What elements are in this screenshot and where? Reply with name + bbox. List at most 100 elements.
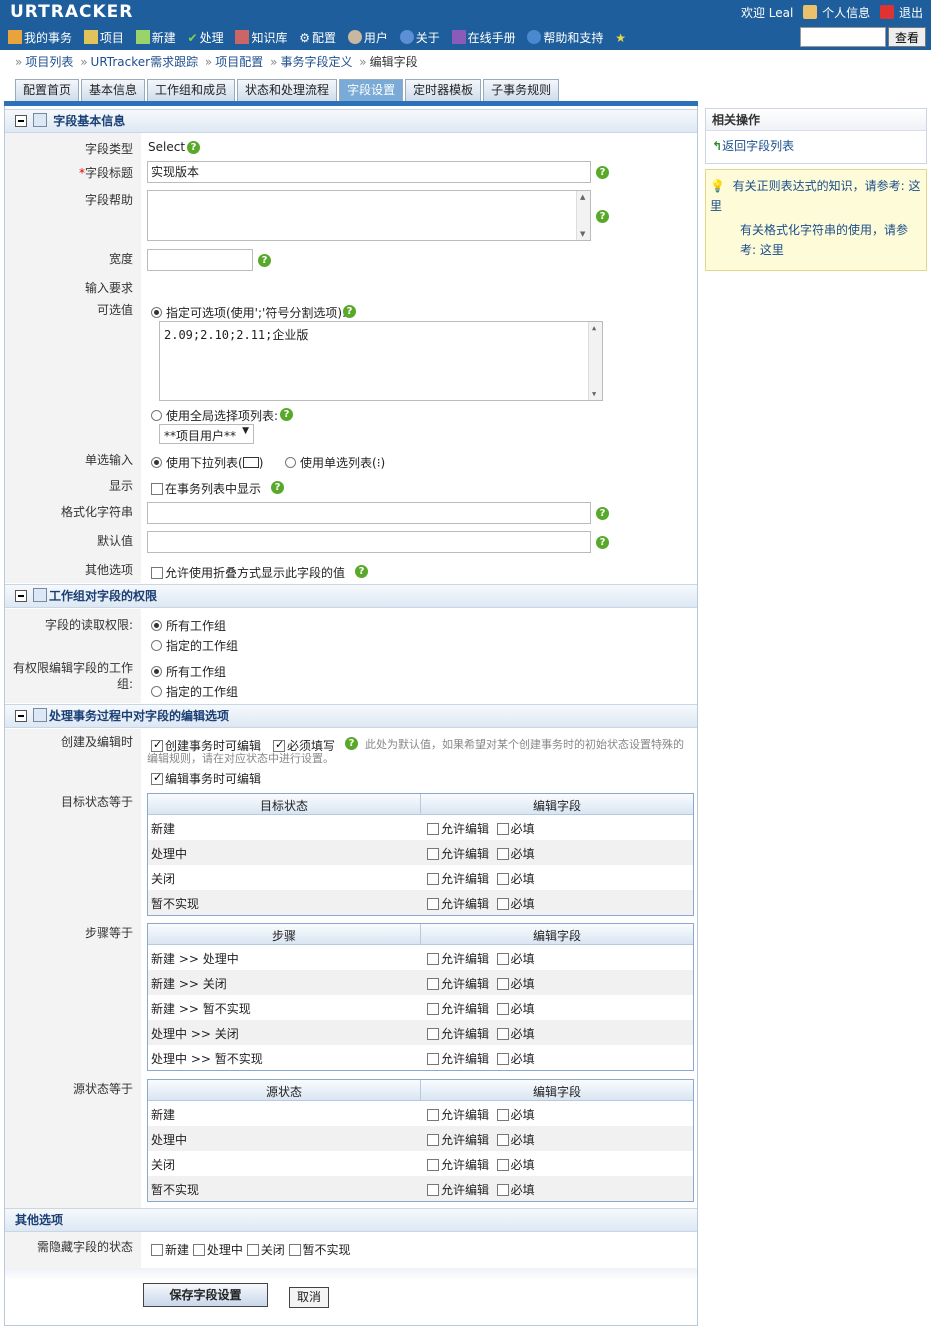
required-checkbox[interactable]: 必填: [496, 1158, 535, 1172]
required-checkbox[interactable]: 必填: [496, 1052, 535, 1066]
crumb-project-list[interactable]: 项目列表: [25, 55, 73, 69]
allow-edit-checkbox[interactable]: 允许编辑: [427, 1002, 489, 1016]
crumb-project[interactable]: URTracker需求跟踪: [91, 55, 199, 69]
required-checkbox[interactable]: 必填: [496, 872, 535, 886]
nav-process[interactable]: ✔ 处理: [188, 29, 224, 46]
nav-about[interactable]: 关于: [399, 29, 440, 46]
table-row: 暂不实现 允许编辑 必填: [148, 1176, 693, 1201]
back-to-fields-link[interactable]: ↰返回字段列表: [706, 131, 926, 160]
radio-list-icon: ⁝: [376, 456, 381, 470]
single-radio-radio[interactable]: 使用单选列表(⁝): [285, 454, 385, 471]
hide-state-checkbox[interactable]: 新建: [151, 1243, 189, 1257]
help-icon[interactable]: ?: [187, 141, 200, 154]
required-checkbox[interactable]: 必填: [496, 1108, 535, 1122]
edit-editable-checkbox[interactable]: 编辑事务时可编辑: [151, 770, 261, 787]
help-icon[interactable]: ?: [343, 305, 356, 318]
tab-config-home[interactable]: 配置首页: [15, 79, 80, 101]
help-icon[interactable]: ?: [596, 507, 609, 520]
tab-status-workflow[interactable]: 状态和处理流程: [237, 79, 338, 101]
allow-edit-checkbox[interactable]: 允许编辑: [427, 1133, 489, 1147]
allow-edit-checkbox[interactable]: 允许编辑: [427, 1052, 489, 1066]
allow-edit-checkbox[interactable]: 允许编辑: [427, 897, 489, 911]
default-value-input[interactable]: [147, 531, 591, 553]
tab-timer-template[interactable]: 定时器模板: [405, 79, 482, 101]
save-button[interactable]: 保存字段设置: [143, 1283, 268, 1307]
collapse-toggle[interactable]: [15, 590, 27, 602]
read-specified-groups-radio[interactable]: 指定的工作组: [151, 637, 238, 654]
allow-edit-checkbox[interactable]: 允许编辑: [427, 1183, 489, 1197]
hide-state-checkbox[interactable]: 处理中: [192, 1243, 243, 1257]
logout-link[interactable]: 退出: [877, 5, 923, 20]
profile-link[interactable]: 个人信息: [800, 5, 870, 20]
breadcrumb: » 项目列表 » URTracker需求跟踪 » 项目配置 » 事务字段定义 » 编辑字段: [15, 55, 418, 69]
tab-subissue-rules[interactable]: 子事务规则: [483, 79, 560, 101]
allow-edit-checkbox[interactable]: 允许编辑: [427, 1158, 489, 1172]
allow-edit-checkbox[interactable]: 允许编辑: [427, 1108, 489, 1122]
read-all-groups-radio[interactable]: 所有工作组: [151, 617, 226, 634]
allow-edit-checkbox[interactable]: 允许编辑: [427, 977, 489, 991]
required-checkbox[interactable]: 必填: [496, 1133, 535, 1147]
search-input[interactable]: [800, 27, 886, 47]
required-checkbox[interactable]: 必填: [496, 897, 535, 911]
crumb-field-defs[interactable]: 事务字段定义: [280, 55, 352, 69]
required-checkbox[interactable]: 必填: [496, 822, 535, 836]
format-string-label: 格式化字符串: [60, 505, 133, 519]
field-help-textarea[interactable]: [147, 190, 591, 241]
row-label: 新建 >> 关闭: [151, 977, 227, 991]
help-icon[interactable]: ?: [596, 210, 609, 223]
required-checkbox[interactable]: 必填: [496, 1183, 535, 1197]
format-string-input[interactable]: [147, 502, 591, 524]
required-checkbox[interactable]: 必填: [496, 977, 535, 991]
nav-help[interactable]: 帮助和支持: [527, 29, 603, 46]
edit-specified-groups-radio[interactable]: 指定的工作组: [151, 683, 238, 700]
hide-state-checkbox[interactable]: 暂不实现: [288, 1243, 351, 1257]
tab-groups-members[interactable]: 工作组和成员: [147, 79, 236, 101]
required-checkbox[interactable]: 必填: [496, 847, 535, 861]
nav-projects[interactable]: 项目: [83, 29, 124, 46]
allow-edit-checkbox[interactable]: 允许编辑: [427, 822, 489, 836]
opt-global-radio[interactable]: 使用全局选择项列表:: [151, 407, 278, 424]
options-textarea[interactable]: 2.09;2.10;2.11;企业版: [159, 321, 603, 401]
star-icon[interactable]: ★: [615, 31, 626, 45]
collapse-display-checkbox[interactable]: 允许使用折叠方式显示此字段的值: [151, 564, 345, 581]
row-options: 允许编辑 必填: [427, 870, 535, 887]
format-here-link[interactable]: 这里: [760, 243, 784, 257]
collapse-toggle[interactable]: [15, 710, 27, 722]
crumb-project-config[interactable]: 项目配置: [215, 55, 263, 69]
field-title-input[interactable]: 实现版本: [147, 161, 591, 183]
opt-specified-radio[interactable]: 指定可选项(使用';'符号分割选项):: [151, 304, 346, 321]
help-icon[interactable]: ?: [596, 166, 609, 179]
help-icon[interactable]: ?: [355, 565, 368, 578]
allow-edit-checkbox[interactable]: 允许编辑: [427, 952, 489, 966]
options-label: 可选值: [96, 303, 133, 317]
show-in-list-checkbox[interactable]: 在事务列表中显示: [151, 480, 261, 497]
tab-field-settings[interactable]: 字段设置: [339, 79, 404, 101]
help-icon[interactable]: ?: [280, 408, 293, 421]
nav-my-issues[interactable]: 我的事务: [8, 29, 72, 46]
scrollbar[interactable]: [576, 191, 590, 240]
nav-users[interactable]: 用户: [347, 29, 388, 46]
tab-basic-info[interactable]: 基本信息: [81, 79, 146, 101]
required-checkbox[interactable]: 必填: [496, 952, 535, 966]
required-checkbox[interactable]: 必填: [496, 1002, 535, 1016]
help-icon[interactable]: ?: [258, 254, 271, 267]
nav-knowledge[interactable]: 知识库: [235, 29, 287, 46]
nav-manual[interactable]: 在线手册: [451, 29, 516, 46]
scrollbar[interactable]: [588, 322, 602, 400]
help-icon[interactable]: ?: [596, 536, 609, 549]
allow-edit-checkbox[interactable]: 允许编辑: [427, 1027, 489, 1041]
cancel-button[interactable]: 取消: [289, 1287, 329, 1308]
single-dropdown-radio[interactable]: 使用下拉列表(): [151, 454, 263, 471]
help-icon[interactable]: ?: [271, 481, 284, 494]
collapse-toggle[interactable]: [15, 115, 27, 127]
search-button[interactable]: 查看: [888, 27, 926, 47]
width-input[interactable]: [147, 249, 253, 271]
hide-state-checkbox[interactable]: 关闭: [246, 1243, 285, 1257]
global-list-select[interactable]: **项目用户** ▼: [159, 424, 254, 444]
nav-new[interactable]: 新建: [135, 29, 176, 46]
required-checkbox[interactable]: 必填: [496, 1027, 535, 1041]
edit-all-groups-radio[interactable]: 所有工作组: [151, 663, 226, 680]
nav-config[interactable]: ⚙ 配置: [299, 29, 336, 46]
allow-edit-checkbox[interactable]: 允许编辑: [427, 847, 489, 861]
allow-edit-checkbox[interactable]: 允许编辑: [427, 872, 489, 886]
